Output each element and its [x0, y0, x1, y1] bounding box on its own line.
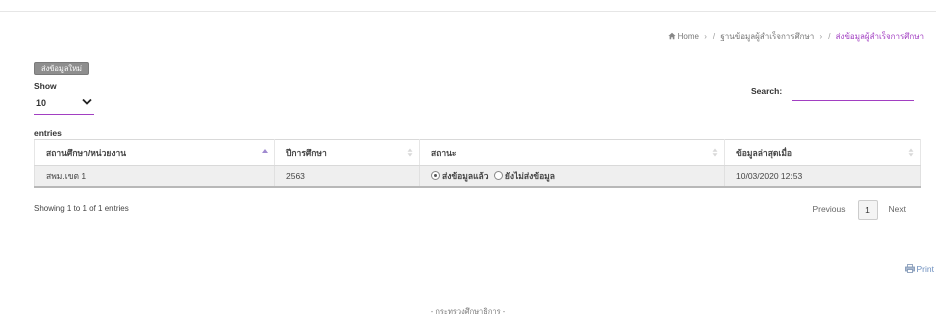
print-label: Print: [916, 264, 934, 274]
sort-both-icon: [407, 148, 413, 157]
printer-icon: [904, 264, 915, 273]
search-input[interactable]: [792, 88, 914, 101]
next-button[interactable]: Next: [889, 200, 906, 218]
footer-text: - กระทรวงศึกษาธิการ -: [430, 307, 506, 316]
table-info: Showing 1 to 1 of 1 entries: [34, 204, 129, 213]
page-button-1[interactable]: 1: [857, 200, 878, 220]
table-row: สพม.เขต 1 2563 ส่งข้อมูลแล้ว ยังไม่ส่งข้…: [34, 165, 921, 188]
radio-not-sent-label: ยังไม่ส่งข้อมูล: [504, 171, 555, 181]
breadcrumb-separator: /: [712, 32, 716, 41]
home-icon[interactable]: [668, 32, 676, 40]
column-header-updated[interactable]: ข้อมูลล่าสุดเมื่อ: [724, 139, 921, 166]
cell-org: สพม.เขต 1: [34, 165, 275, 188]
column-header-label: ข้อมูลล่าสุดเมื่อ: [736, 147, 793, 158]
previous-button[interactable]: Previous: [812, 200, 845, 218]
breadcrumb-chevron: ›: [704, 32, 707, 41]
entries-per-page-value: 10: [36, 98, 47, 108]
new-submission-button[interactable]: ส่งข้อมูลใหม่: [34, 62, 89, 75]
cell-status: ส่งข้อมูลแล้ว ยังไม่ส่งข้อมูล: [419, 165, 725, 188]
radio-not-sent[interactable]: [493, 171, 503, 180]
cell-year: 2563: [274, 165, 420, 188]
table-header-row: สถานศึกษา/หน่วยงาน ปีการศึกษา สถานะ ข้อม…: [34, 139, 921, 166]
print-link[interactable]: Print: [904, 264, 934, 274]
column-header-label: สถานะ: [431, 147, 457, 158]
column-header-org[interactable]: สถานศึกษา/หน่วยงาน: [34, 139, 275, 166]
column-header-label: สถานศึกษา/หน่วยงาน: [46, 147, 127, 158]
chevron-down-icon: [82, 98, 92, 105]
cell-updated: 10/03/2020 12:53: [724, 165, 921, 188]
breadcrumb-current: ส่งข้อมูลผู้สำเร็จการศึกษา: [835, 32, 924, 41]
show-label: Show: [34, 81, 57, 91]
sort-both-icon: [712, 148, 718, 157]
entries-label: entries: [34, 128, 62, 138]
column-header-year[interactable]: ปีการศึกษา: [274, 139, 420, 166]
sort-both-icon: [908, 148, 914, 157]
radio-sent-label: ส่งข้อมูลแล้ว: [442, 171, 489, 181]
breadcrumb-parent[interactable]: ฐานข้อมูลผู้สำเร็จการศึกษา: [720, 32, 814, 41]
search-label: Search:: [751, 86, 783, 96]
breadcrumb-home[interactable]: Home: [678, 32, 699, 41]
entries-per-page-select[interactable]: 10: [34, 94, 94, 115]
column-header-status[interactable]: สถานะ: [419, 139, 725, 166]
pagination: Previous 1 Next: [812, 200, 906, 220]
breadcrumb: Home › / ฐานข้อมูลผู้สำเร็จการศึกษา › / ส่…: [668, 30, 924, 43]
column-header-label: ปีการศึกษา: [286, 147, 327, 158]
top-divider: [0, 11, 936, 12]
radio-sent[interactable]: [431, 171, 440, 180]
breadcrumb-chevron: ›: [819, 32, 823, 41]
breadcrumb-separator: /: [828, 32, 831, 41]
sort-asc-icon: [262, 149, 268, 153]
data-table: สถานศึกษา/หน่วยงาน ปีการศึกษา สถานะ ข้อม…: [34, 139, 921, 188]
